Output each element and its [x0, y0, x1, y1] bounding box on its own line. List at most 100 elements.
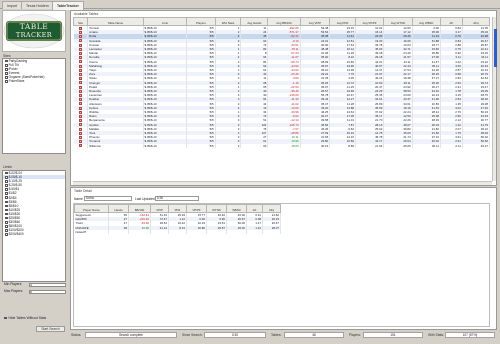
site-checkbox[interactable]: [5, 72, 8, 75]
column-header[interactable]: Limit: [142, 17, 188, 26]
site-icon: [78, 60, 82, 64]
table-row[interactable]: Willenton $.05/$.10 5/5 3 63 18.63 30.19 8.86 21…: [73, 143, 490, 148]
available-tables-grid: Site Table Name Limit Players Wtd Stats Avg H…: [73, 17, 490, 181]
table-cell: 18.63: [267, 143, 301, 148]
with-stats-label: With Stats:: [428, 333, 444, 337]
column-header[interactable]: Avg VP/PF: [354, 17, 385, 26]
column-header[interactable]: AF: [439, 17, 463, 26]
logo-line2: TRACKER: [15, 31, 53, 39]
limit-checkbox[interactable]: [5, 200, 8, 204]
site-icon: [78, 119, 82, 123]
filter-panel: TABLE TRACKER Sites PartyGaming Full Til…: [2, 10, 66, 342]
column-header[interactable]: AFq: [461, 17, 490, 26]
detail-updated-label: Last Updated: [135, 197, 155, 201]
site-item[interactable]: PokerStars: [3, 79, 65, 83]
sites-list[interactable]: PartyGaming Full Tilt iPoker Everest Ong…: [2, 58, 66, 154]
column-header[interactable]: AF: [246, 204, 263, 213]
column-header[interactable]: Avg VPIP: [299, 17, 331, 26]
limit-checkbox[interactable]: [5, 220, 8, 224]
site-checkbox[interactable]: [5, 59, 8, 63]
column-header[interactable]: Player Name: [74, 204, 109, 213]
column-header[interactable]: BB/100: [128, 204, 151, 213]
min-players-label: Min Players:: [4, 282, 23, 286]
limit-checkbox[interactable]: [5, 180, 8, 183]
table-cell: [186, 229, 207, 235]
logo-line1: TABLE: [19, 22, 49, 31]
column-header[interactable]: Avg WTSD: [383, 17, 413, 26]
limit-checkbox[interactable]: [5, 192, 8, 195]
hide-tables-checkbox[interactable]: [4, 316, 7, 320]
detail-updated-field[interactable]: 0:30: [155, 196, 199, 201]
site-checkbox[interactable]: [5, 76, 8, 79]
limit-checkbox[interactable]: [5, 171, 8, 175]
column-header[interactable]: VP/PF: [186, 204, 207, 213]
column-header[interactable]: WTSD: [206, 204, 227, 213]
limit-checkbox[interactable]: [5, 216, 8, 220]
start-search-button[interactable]: Start Search: [36, 326, 65, 332]
logo: TABLE TRACKER: [2, 10, 66, 52]
limit-checkbox[interactable]: [5, 208, 8, 212]
limit-checkbox[interactable]: [5, 229, 8, 232]
column-header[interactable]: Table Name: [87, 17, 144, 26]
scrollbar-thumb[interactable]: [493, 29, 497, 67]
min-players-input[interactable]: [29, 282, 66, 287]
column-header[interactable]: Avg PFR: [329, 17, 356, 26]
limit-checkbox[interactable]: [5, 204, 8, 208]
table-cell: 8.86: [329, 143, 356, 148]
column-header[interactable]: VPIP: [150, 204, 169, 213]
table-cell: [168, 229, 187, 235]
table-cell: [128, 229, 151, 235]
column-header[interactable]: Wtd Stats: [214, 17, 242, 26]
table-cell: [226, 229, 247, 235]
table-cell: [73, 143, 89, 148]
table-row[interactable]: NotaHIT: [74, 229, 281, 235]
site-icon: [78, 77, 82, 81]
table-cell: 21.63: [355, 143, 385, 148]
tab-tabletracker[interactable]: TableTracker: [52, 1, 84, 10]
detail-name-field[interactable]: Doha: [84, 196, 132, 201]
site-icon: [78, 39, 82, 43]
column-header[interactable]: Avg W$SD: [411, 17, 441, 26]
site-icon: [78, 123, 82, 127]
detail-name-label: Name: [74, 197, 83, 201]
hide-tables-row: Hide Tables Without Stats: [4, 316, 46, 320]
tab-texas-holdem[interactable]: Texas Holdem: [21, 1, 54, 9]
table-detail-title: Table Detail: [74, 189, 92, 193]
column-header[interactable]: Avg Hands: [240, 17, 269, 26]
site-checkbox[interactable]: [5, 80, 8, 83]
limits-list[interactable]: $.02/$.04 $.05/$.10 $.10/$.25 $.25/$.50 …: [2, 170, 66, 282]
since-search-value: 0:30: [204, 332, 266, 338]
column-header[interactable]: Hands: [108, 204, 129, 213]
column-header[interactable]: W$SD: [226, 204, 247, 213]
status-value: Search complete: [85, 332, 177, 338]
limit-checkbox[interactable]: [5, 225, 8, 228]
table-cell: Willenton: [87, 143, 144, 148]
limit-checkbox[interactable]: [5, 184, 8, 187]
column-header[interactable]: AFq: [262, 204, 281, 213]
column-header[interactable]: Site: [73, 17, 89, 26]
limit-checkbox[interactable]: [5, 233, 8, 236]
table-cell: 3: [215, 143, 242, 148]
limit-checkbox[interactable]: [5, 212, 8, 216]
site-checkbox[interactable]: [5, 63, 8, 67]
site-icon: [78, 144, 82, 148]
column-header[interactable]: PFR: [168, 204, 187, 213]
limit-checkbox[interactable]: [5, 188, 8, 191]
table-cell: 40.27: [462, 143, 490, 148]
site-icon: [78, 98, 82, 102]
table-cell: [262, 229, 281, 235]
max-players-input[interactable]: [29, 289, 66, 294]
column-header[interactable]: Avg BB/100: [267, 17, 301, 26]
site-checkbox[interactable]: [5, 68, 8, 71]
available-tables-hscrollbar[interactable]: [73, 181, 492, 185]
tables-count-label: Tables:: [271, 333, 282, 337]
limit-item[interactable]: $200/$400: [3, 232, 65, 236]
table-detail-panel: Table Detail Name Doha Last Updated 0:30…: [70, 187, 497, 330]
available-tables-scrollbar[interactable]: [492, 17, 497, 181]
column-header[interactable]: Players: [186, 17, 216, 26]
hide-tables-label: Hide Tables Without Stats: [8, 316, 47, 320]
limit-checkbox[interactable]: [5, 175, 8, 179]
tab-import[interactable]: Import: [2, 1, 23, 9]
limit-checkbox[interactable]: [5, 196, 8, 200]
table-cell: $.05/$.10: [143, 143, 188, 148]
